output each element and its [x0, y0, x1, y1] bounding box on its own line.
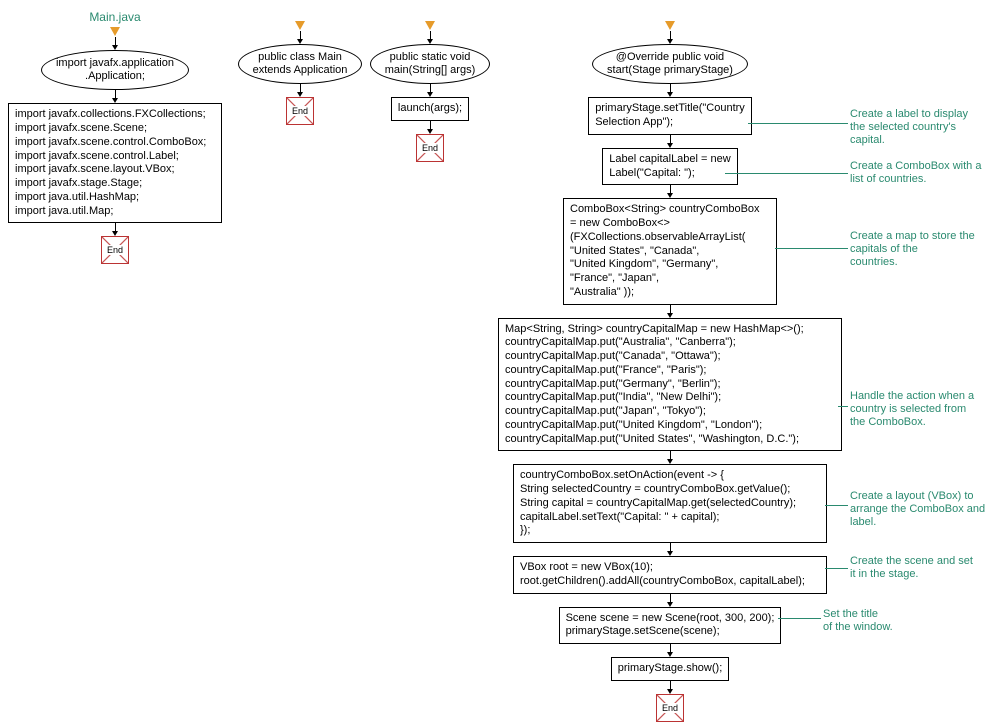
flow-column-2: public class Main extends Application En…: [240, 20, 360, 125]
end-node: End: [286, 97, 314, 125]
annotation-connector: [775, 248, 848, 249]
start-arrow-icon: [665, 21, 675, 30]
connector: [297, 31, 303, 44]
connector: [667, 305, 673, 318]
connector: [427, 84, 433, 97]
flow-column-4: @Override public void start(Stage primar…: [500, 20, 840, 722]
box-vbox: VBox root = new VBox(10); root.getChildr…: [513, 556, 827, 594]
box-settitle: primaryStage.setTitle("Country Selection…: [588, 97, 752, 135]
annotation-vbox: Create a layout (VBox) to arrange the Co…: [850, 490, 985, 530]
end-node: End: [101, 236, 129, 264]
box-hashmap: Map<String, String> countryCapitalMap = …: [498, 318, 842, 452]
box-combobox: ComboBox<String> countryComboBox = new C…: [563, 198, 777, 304]
end-node: End: [416, 134, 444, 162]
connector: [667, 31, 673, 44]
connector: [112, 223, 118, 236]
connector: [667, 681, 673, 694]
oval-start-override: @Override public void start(Stage primar…: [592, 44, 748, 84]
flow-column-3: public static void main(String[] args) l…: [370, 20, 490, 162]
annotation-map: Create a map to store the capitals of th…: [850, 230, 975, 270]
annotation-connector: [748, 123, 848, 124]
end-label: End: [421, 143, 439, 153]
connector: [427, 121, 433, 134]
flow-column-1: Main.java import javafx.application .App…: [10, 10, 220, 264]
connector: [667, 644, 673, 657]
end-label: End: [106, 245, 124, 255]
oval-main-method: public static void main(String[] args): [370, 44, 490, 84]
annotation-connector: [778, 618, 821, 619]
start-arrow-icon: [295, 21, 305, 30]
annotation-connector: [825, 505, 848, 506]
connector: [112, 90, 118, 103]
box-show: primaryStage.show();: [611, 657, 730, 681]
box-label: Label capitalLabel = new Label("Capital:…: [602, 148, 737, 186]
annotation-connector: [825, 568, 848, 569]
oval-class-main: public class Main extends Application: [238, 44, 363, 84]
start-arrow-icon: [425, 21, 435, 30]
box-launch: launch(args);: [391, 97, 469, 121]
connector: [112, 37, 118, 50]
box-scene: Scene scene = new Scene(root, 300, 200);…: [559, 607, 782, 645]
connector: [427, 31, 433, 44]
annotation-scene: Create the scene and set it in the stage…: [850, 555, 973, 581]
annotation-label-capital: Create a label to display the selected c…: [850, 108, 968, 148]
start-arrow-icon: [110, 27, 120, 36]
annotation-title: Set the title of the window.: [823, 608, 893, 634]
annotation-connector: [725, 173, 848, 174]
box-imports: import javafx.collections.FXCollections;…: [8, 103, 222, 223]
connector: [667, 594, 673, 607]
annotation-onaction: Handle the action when a country is sele…: [850, 390, 974, 430]
end-label: End: [661, 703, 679, 713]
connector: [297, 84, 303, 97]
diagram-title: Main.java: [89, 10, 140, 24]
connector: [667, 135, 673, 148]
connector: [667, 543, 673, 556]
annotation-combobox: Create a ComboBox with a list of countri…: [850, 160, 981, 186]
oval-import-app: import javafx.application .Application;: [41, 50, 189, 90]
end-label: End: [291, 106, 309, 116]
annotation-connector: [838, 406, 848, 407]
connector: [667, 185, 673, 198]
connector: [667, 84, 673, 97]
connector: [667, 451, 673, 464]
box-setonaction: countryComboBox.setOnAction(event -> { S…: [513, 464, 827, 543]
end-node: End: [656, 694, 684, 722]
